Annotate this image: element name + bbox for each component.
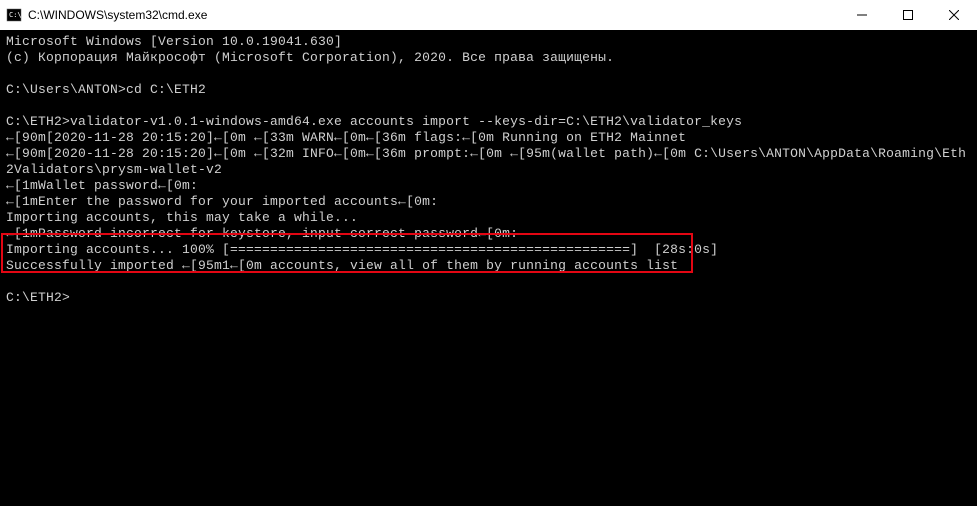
- window-title: C:\WINDOWS\system32\cmd.exe: [28, 8, 207, 22]
- terminal-prompt: C:\ETH2>: [6, 290, 70, 305]
- terminal-line: ←[1mWallet password←[0m:: [6, 178, 198, 193]
- titlebar-left: C:\ C:\WINDOWS\system32\cmd.exe: [0, 7, 207, 23]
- terminal-line: 2Validators\prysm-wallet-v2: [6, 162, 222, 177]
- maximize-button[interactable]: [885, 0, 931, 30]
- close-button[interactable]: [931, 0, 977, 30]
- cmd-icon: C:\: [6, 7, 22, 23]
- terminal-line: (c) Корпорация Майкрософт (Microsoft Cor…: [6, 50, 614, 65]
- terminal-line: ←[90m[2020-11-28 20:15:20]←[0m ←[32m INF…: [6, 146, 966, 161]
- terminal-line: ←[90m[2020-11-28 20:15:20]←[0m ←[33m WAR…: [6, 130, 686, 145]
- terminal-line: Importing accounts, this may take a whil…: [6, 210, 358, 225]
- terminal-line: ←[1mEnter the password for your imported…: [6, 194, 438, 209]
- terminal-line: Microsoft Windows [Version 10.0.19041.63…: [6, 34, 342, 49]
- window-controls: [839, 0, 977, 30]
- svg-text:C:\: C:\: [9, 11, 22, 19]
- minimize-button[interactable]: [839, 0, 885, 30]
- terminal-line: ←[1mPassword incorrect for keystore, inp…: [6, 226, 518, 241]
- terminal-line: Importing accounts... 100% [============…: [6, 242, 718, 257]
- terminal-line: Successfully imported ←[95m1←[0m account…: [6, 258, 678, 273]
- terminal-line: C:\Users\ANTON>cd C:\ETH2: [6, 82, 206, 97]
- terminal-line: C:\ETH2>validator-v1.0.1-windows-amd64.e…: [6, 114, 742, 129]
- window-titlebar: C:\ C:\WINDOWS\system32\cmd.exe: [0, 0, 977, 30]
- terminal-output[interactable]: Microsoft Windows [Version 10.0.19041.63…: [0, 30, 977, 310]
